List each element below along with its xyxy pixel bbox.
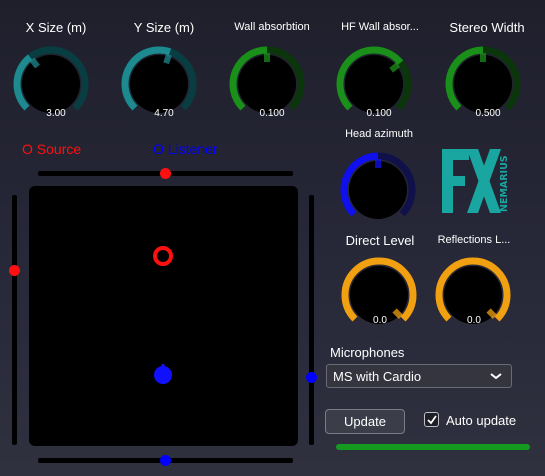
microphones-label: Microphones bbox=[330, 345, 405, 360]
listener-y-slider-thumb[interactable] bbox=[306, 372, 317, 383]
knob-value-hf-wall-absorption: 0.100 bbox=[366, 108, 392, 119]
listener-x-slider-thumb[interactable] bbox=[160, 455, 171, 466]
microphones-dropdown[interactable]: MS with Cardio bbox=[326, 364, 512, 388]
knob-value-direct-level: 0.0 bbox=[373, 315, 387, 326]
auto-update-label: Auto update bbox=[446, 413, 517, 428]
knob-value-wall-absorption: 0.100 bbox=[259, 108, 285, 119]
knob-value-stereo-width: 0.500 bbox=[475, 108, 501, 119]
knob-value-y-size: 4.70 bbox=[154, 108, 174, 119]
knob-title-y-size: Y Size (m) bbox=[133, 20, 195, 35]
knob-title-reflections-level: Reflections L... bbox=[437, 234, 511, 246]
update-button[interactable]: Update bbox=[325, 409, 405, 434]
source-y-slider-thumb[interactable] bbox=[9, 264, 20, 276]
listener-legend: O Listener bbox=[153, 141, 218, 157]
knob-title-x-size: X Size (m) bbox=[25, 20, 87, 35]
logo-side-text: NEMARIUS bbox=[499, 155, 510, 212]
room-canvas[interactable] bbox=[29, 186, 298, 446]
progress-fill bbox=[336, 444, 530, 450]
source-marker[interactable] bbox=[153, 246, 173, 266]
fx-logo: NEMARIUS bbox=[442, 149, 510, 213]
progress-bar bbox=[336, 444, 530, 450]
listener-y-slider-track[interactable] bbox=[309, 195, 314, 445]
knob-title-hf-wall-absorption: HF Wall absor... bbox=[341, 21, 419, 33]
microphones-selected: MS with Cardio bbox=[333, 368, 422, 384]
knob-title-direct-level: Direct Level bbox=[345, 233, 415, 248]
knob-title-stereo-width: Stereo Width bbox=[449, 20, 525, 35]
knob-title-wall-absorption: Wall absorbtion bbox=[234, 21, 310, 33]
source-legend: O Source bbox=[22, 141, 82, 157]
auto-update-checkbox[interactable] bbox=[424, 412, 439, 427]
knob-value-x-size: 3.00 bbox=[46, 108, 66, 119]
source-x-slider-thumb[interactable] bbox=[160, 168, 171, 179]
knob-title-head-azimuth: Head azimuth bbox=[345, 128, 413, 140]
chevron-down-icon bbox=[490, 373, 502, 380]
checkmark-icon bbox=[427, 415, 437, 425]
knob-value-reflections-level: 0.0 bbox=[467, 315, 481, 326]
listener-marker[interactable] bbox=[154, 364, 172, 384]
source-y-slider-track[interactable] bbox=[12, 195, 17, 445]
knob-head-azimuth[interactable] bbox=[335, 147, 421, 233]
